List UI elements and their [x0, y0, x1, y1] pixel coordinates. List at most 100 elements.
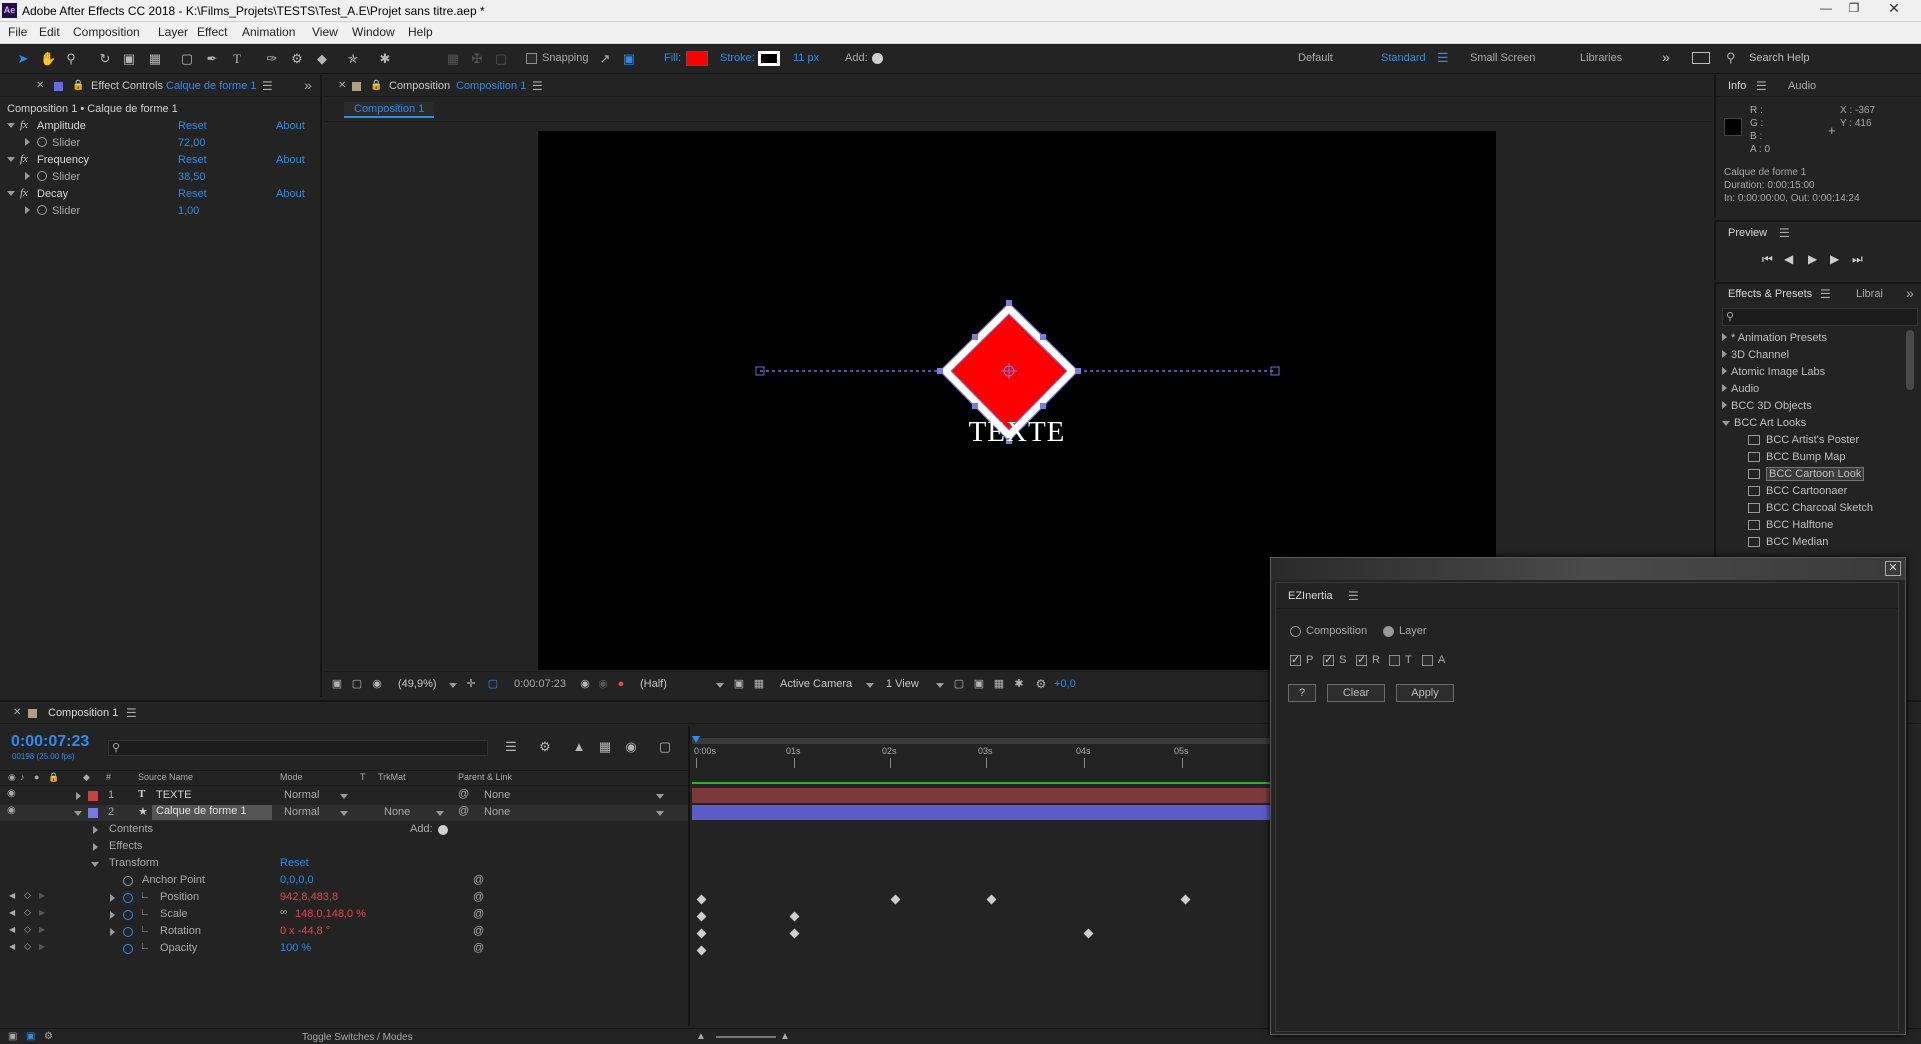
zoom-tool-icon[interactable]: ⚲	[64, 52, 78, 66]
prev-keyframe-icon[interactable]: ◀	[9, 942, 15, 951]
frame-blending-icon[interactable]: ▦	[598, 740, 612, 754]
graph-icon[interactable]: ∟	[140, 924, 150, 935]
graph-icon[interactable]: ∟	[140, 907, 150, 918]
timeline-tab[interactable]: Composition 1	[48, 707, 118, 719]
expand-arrow-icon[interactable]	[76, 792, 81, 800]
world-axis-icon[interactable]: ✠	[470, 52, 484, 66]
chevron-down-icon[interactable]	[656, 794, 664, 799]
pickwhip-icon[interactable]: @	[458, 805, 469, 817]
timeline-divider[interactable]	[688, 726, 690, 1026]
layer-bar-texte[interactable]	[692, 788, 1272, 803]
workspace-libraries[interactable]: Libraries	[1580, 52, 1622, 64]
work-area-bar[interactable]	[692, 738, 1272, 744]
info-tab[interactable]: Info	[1728, 80, 1746, 92]
source-name-header[interactable]: Source Name	[138, 772, 193, 782]
views-dropdown[interactable]: 1 View	[886, 678, 919, 690]
graph-editor-icon[interactable]: ▢	[658, 740, 672, 754]
flowchart-icon[interactable]: ✱	[1012, 677, 1026, 691]
rectangle-tool-icon[interactable]: ▢	[180, 52, 194, 66]
layer-label-color[interactable]	[88, 791, 98, 801]
keyframe[interactable]	[696, 894, 707, 905]
apply-button[interactable]: Apply	[1396, 684, 1454, 702]
close-button[interactable]: ✕	[1871, 0, 1917, 20]
panel-menu-icon[interactable]: ☰	[1348, 589, 1359, 603]
motion-blur-icon[interactable]: ◉	[624, 740, 638, 754]
fill-swatch[interactable]	[686, 51, 708, 66]
add-keyframe-icon[interactable]: ◇	[24, 924, 31, 935]
audio-tab[interactable]: Audio	[1788, 80, 1816, 92]
layer-label-color[interactable]	[88, 808, 98, 818]
lock-icon[interactable]: 🔒	[370, 80, 382, 91]
expand-arrow-icon[interactable]	[25, 172, 30, 180]
panel-menu-icon[interactable]: ☰	[126, 706, 137, 720]
workspace-overflow-icon[interactable]: »	[1662, 49, 1670, 65]
keyframe[interactable]	[1180, 894, 1191, 905]
pen-tool-icon[interactable]: ✒	[205, 52, 219, 66]
keyframe[interactable]	[890, 894, 901, 905]
shy-layers-icon[interactable]: ▲	[572, 740, 586, 754]
param-value[interactable]: 1,00	[178, 205, 199, 217]
prev-keyframe-icon[interactable]: ◀	[9, 891, 15, 900]
chevron-down-icon[interactable]	[936, 683, 944, 688]
prev-keyframe-icon[interactable]: ◀	[9, 908, 15, 917]
effect-controls-tab[interactable]: Effect Controls	[91, 80, 163, 92]
playhead[interactable]	[692, 736, 700, 743]
draft-3d-icon[interactable]: ⚙	[538, 740, 552, 754]
zoom-slider[interactable]	[716, 1036, 776, 1038]
chevron-down-icon[interactable]	[340, 811, 348, 816]
next-keyframe-icon[interactable]: ▶	[39, 942, 45, 951]
current-time[interactable]: 0:00:07:23	[11, 733, 89, 751]
expand-arrow-icon[interactable]	[25, 138, 30, 146]
ezinertia-titlebar[interactable]: ✕	[1271, 558, 1905, 580]
zoom-out-icon[interactable]: ▲	[696, 1031, 706, 1042]
contents-label[interactable]: Contents	[109, 823, 153, 835]
layer-radio[interactable]	[1383, 626, 1394, 637]
about-link[interactable]: About	[276, 120, 305, 132]
selection-tool-icon[interactable]: ➤	[16, 52, 30, 66]
workspace-menu-icon[interactable]: ☰	[1437, 50, 1449, 66]
expression-pickwhip-icon[interactable]: @	[473, 891, 484, 903]
stopwatch-icon[interactable]	[123, 927, 133, 937]
clear-button[interactable]: Clear	[1327, 684, 1385, 702]
pickwhip-icon[interactable]: @	[458, 788, 469, 800]
composition-tab[interactable]: Composition	[389, 80, 450, 92]
menu-composition[interactable]: Composition	[73, 25, 140, 39]
folder-audio[interactable]: Audio	[1722, 383, 1759, 395]
next-keyframe-icon[interactable]: ▶	[39, 908, 45, 917]
property-value[interactable]: 0,0,0,0	[280, 874, 314, 886]
expand-arrow-icon[interactable]	[110, 911, 115, 919]
fx-icon[interactable]: fx	[20, 153, 28, 165]
clone-stamp-tool-icon[interactable]: ⚙	[290, 52, 304, 66]
resolution-dropdown[interactable]: (Half)	[640, 678, 667, 690]
expand-arrow-icon[interactable]	[7, 157, 15, 162]
effect-item[interactable]: BCC Cartoonaer	[1748, 485, 1847, 497]
exposure-value[interactable]: +0,0	[1054, 678, 1076, 690]
checkbox-r[interactable]	[1356, 653, 1367, 666]
in-out-panes-icon[interactable]: ⚙	[44, 1031, 53, 1042]
folder-bcc-3d-objects[interactable]: BCC 3D Objects	[1722, 400, 1812, 412]
trkmat-dropdown[interactable]: None	[384, 806, 410, 818]
expand-arrow-icon[interactable]	[93, 843, 98, 851]
timeline-search-input[interactable]: ⚲	[108, 740, 488, 756]
exposure-icon[interactable]: ⚙	[1034, 677, 1048, 691]
expand-arrow-icon[interactable]	[110, 928, 115, 936]
fx-icon[interactable]: fx	[20, 119, 28, 131]
reset-link[interactable]: Reset	[178, 120, 207, 132]
fast-previews-icon[interactable]: ▣	[972, 677, 986, 691]
search-help-input[interactable]: Search Help	[1749, 52, 1810, 64]
close-tab-icon[interactable]: ✕	[36, 80, 44, 91]
visibility-eye-icon[interactable]: ◉	[7, 788, 16, 799]
folder-atomic-image-labs[interactable]: Atomic Image Labs	[1722, 366, 1825, 378]
stroke-width-value[interactable]: 11 px	[793, 52, 819, 64]
menu-layer[interactable]: Layer	[158, 25, 188, 39]
panel-expand-icon[interactable]: »	[1906, 285, 1914, 301]
comp-subtab[interactable]: Composition 1	[344, 102, 435, 118]
chevron-down-icon[interactable]	[340, 794, 348, 799]
roto-brush-tool-icon[interactable]: ✯	[346, 52, 360, 66]
reset-link[interactable]: Reset	[178, 154, 207, 166]
visibility-eye-icon[interactable]: ◉	[7, 805, 16, 816]
next-frame-icon[interactable]: ▶	[1830, 252, 1839, 266]
libraries-tab[interactable]: Librai	[1856, 288, 1883, 300]
help-button[interactable]: ?	[1288, 684, 1316, 702]
workspace-standard[interactable]: Standard	[1381, 52, 1426, 64]
